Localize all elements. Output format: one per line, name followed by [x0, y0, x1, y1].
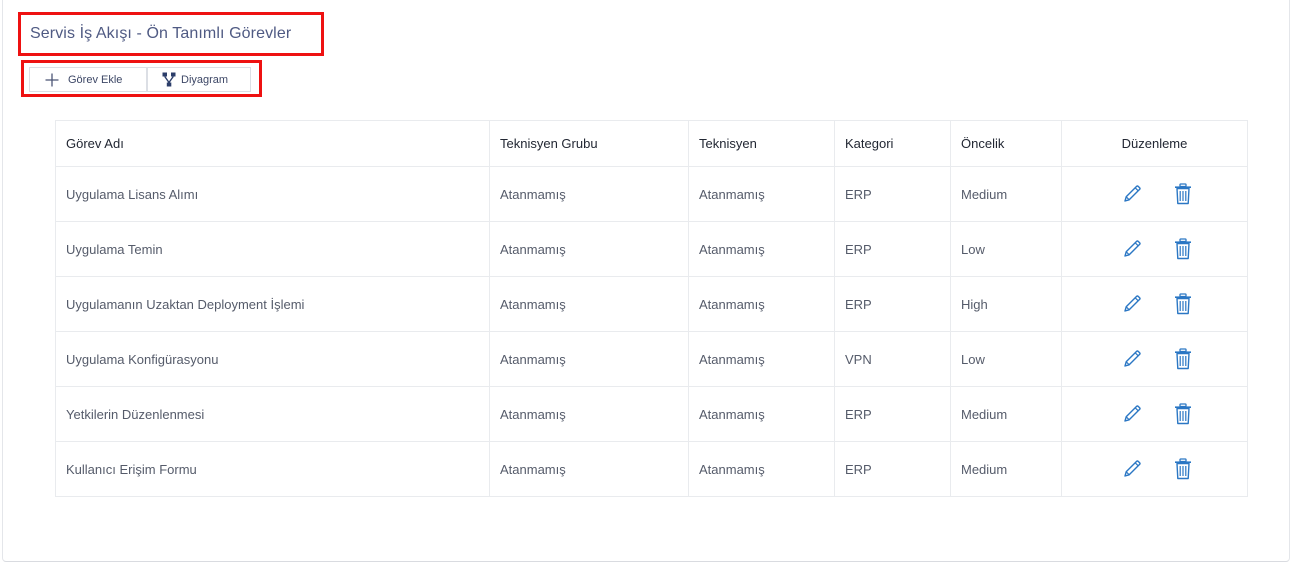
table-row: Yetkilerin Düzenlenmesi Atanmamış Atanma… [55, 386, 1248, 442]
cell-technician: Atanmamış [688, 166, 835, 222]
tasks-table: Görev Adı Teknisyen Grubu Teknisyen Kate… [55, 120, 1248, 497]
cell-technician-group: Atanmamış [489, 221, 689, 277]
table-body: Uygulama Lisans Alımı Atanmamış Atanmamı… [55, 166, 1248, 497]
pencil-icon[interactable] [1122, 184, 1142, 204]
content-panel: Servis İş Akışı - Ön Tanımlı Görevler Gö… [2, 0, 1290, 562]
cell-actions [1061, 331, 1248, 387]
cell-priority: Low [950, 221, 1062, 277]
cell-priority: Medium [950, 441, 1062, 497]
cell-technician: Atanmamış [688, 386, 835, 442]
cell-category: ERP [834, 221, 951, 277]
pencil-icon[interactable] [1122, 349, 1142, 369]
cell-category: ERP [834, 386, 951, 442]
cell-technician: Atanmamış [688, 331, 835, 387]
cell-technician-group: Atanmamış [489, 276, 689, 332]
cell-technician-group: Atanmamış [489, 441, 689, 497]
cell-category: ERP [834, 166, 951, 222]
trash-icon[interactable] [1174, 238, 1192, 260]
cell-task-name: Kullanıcı Erişim Formu [55, 441, 490, 497]
cell-task-name: Uygulama Konfigürasyonu [55, 331, 490, 387]
cell-task-name: Yetkilerin Düzenlenmesi [55, 386, 490, 442]
table-row: Uygulama Lisans Alımı Atanmamış Atanmamı… [55, 166, 1248, 222]
add-task-label: Görev Ekle [68, 73, 123, 86]
cell-task-name: Uygulamanın Uzaktan Deployment İşlemi [55, 276, 490, 332]
page-title: Servis İş Akışı - Ön Tanımlı Görevler [30, 25, 292, 42]
diagram-label: Diyagram [181, 73, 229, 86]
cell-actions [1061, 386, 1248, 442]
pencil-icon[interactable] [1122, 404, 1142, 424]
cell-actions [1061, 166, 1248, 222]
column-header-technician-group: Teknisyen Grubu [489, 120, 689, 167]
trash-icon[interactable] [1174, 458, 1192, 480]
column-header-category: Kategori [834, 120, 951, 167]
plus-icon [45, 73, 59, 87]
cell-actions [1061, 276, 1248, 332]
column-header-priority: Öncelik [950, 120, 1062, 167]
cell-category: VPN [834, 331, 951, 387]
pencil-icon[interactable] [1122, 459, 1142, 479]
page-title-highlight: Servis İş Akışı - Ön Tanımlı Görevler [18, 12, 324, 56]
cell-priority: Medium [950, 386, 1062, 442]
trash-icon[interactable] [1174, 183, 1192, 205]
column-header-task-name: Görev Adı [55, 120, 490, 167]
table-row: Uygulamanın Uzaktan Deployment İşlemi At… [55, 276, 1248, 332]
cell-task-name: Uygulama Lisans Alımı [55, 166, 490, 222]
diagram-button[interactable]: Diyagram [147, 67, 251, 92]
cell-priority: Medium [950, 166, 1062, 222]
cell-category: ERP [834, 276, 951, 332]
cell-technician-group: Atanmamış [489, 331, 689, 387]
cell-actions [1061, 441, 1248, 497]
table-row: Kullanıcı Erişim Formu Atanmamış Atanmam… [55, 441, 1248, 497]
cell-technician: Atanmamış [688, 221, 835, 277]
cell-priority: Low [950, 331, 1062, 387]
cell-technician: Atanmamış [688, 441, 835, 497]
cell-category: ERP [834, 441, 951, 497]
table-header-row: Görev Adı Teknisyen Grubu Teknisyen Kate… [55, 120, 1248, 167]
cell-technician-group: Atanmamış [489, 386, 689, 442]
table-row: Uygulama Konfigürasyonu Atanmamış Atanma… [55, 331, 1248, 387]
column-header-technician: Teknisyen [688, 120, 835, 167]
cell-task-name: Uygulama Temin [55, 221, 490, 277]
flow-diagram-icon [162, 72, 176, 87]
add-task-button[interactable]: Görev Ekle [29, 67, 147, 92]
trash-icon[interactable] [1174, 403, 1192, 425]
table-row: Uygulama Temin Atanmamış Atanmamış ERP L… [55, 221, 1248, 277]
cell-technician-group: Atanmamış [489, 166, 689, 222]
cell-technician: Atanmamış [688, 276, 835, 332]
trash-icon[interactable] [1174, 293, 1192, 315]
column-header-edit: Düzenleme [1061, 120, 1248, 167]
cell-priority: High [950, 276, 1062, 332]
pencil-icon[interactable] [1122, 239, 1142, 259]
cell-actions [1061, 221, 1248, 277]
toolbar: Görev Ekle Diyagram [21, 60, 262, 97]
trash-icon[interactable] [1174, 348, 1192, 370]
pencil-icon[interactable] [1122, 294, 1142, 314]
